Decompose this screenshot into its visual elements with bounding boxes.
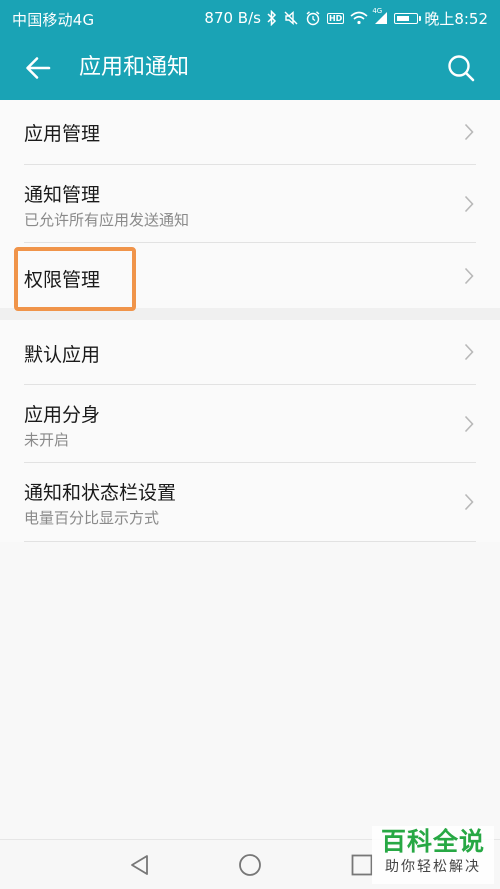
row-permission-management[interactable]: 权限管理	[0, 243, 500, 308]
clock: 晚上8:52	[424, 9, 488, 28]
wifi-icon	[350, 11, 368, 25]
network-speed: 870 B/s	[204, 9, 261, 27]
row-subtitle: 未开启	[24, 431, 70, 449]
search-icon[interactable]	[446, 53, 476, 83]
back-triangle-icon[interactable]	[128, 853, 152, 877]
watermark-main: 百科全说	[380, 827, 485, 856]
app-bar: 应用和通知	[0, 36, 500, 100]
chevron-right-icon	[464, 343, 474, 361]
settings-group-2: 默认应用 应用分身 未开启 通知和状态栏设置 电量百分比显示方式	[0, 320, 500, 542]
chevron-right-icon	[464, 493, 474, 511]
page-title: 应用和通知	[79, 55, 190, 80]
row-notification-management[interactable]: 通知管理 已允许所有应用发送通知	[0, 165, 500, 242]
row-notification-status-bar-settings[interactable]: 通知和状态栏设置 电量百分比显示方式	[0, 463, 500, 541]
row-label: 通知和状态栏设置	[24, 482, 177, 504]
row-label: 应用管理	[24, 123, 101, 145]
row-default-apps[interactable]: 默认应用	[0, 320, 500, 384]
row-label: 通知管理	[24, 184, 101, 206]
battery-icon	[394, 12, 422, 24]
back-arrow-icon[interactable]	[24, 54, 52, 82]
hd-icon: HD	[326, 12, 345, 24]
chevron-right-icon	[464, 195, 474, 213]
status-icons: 870 B/s HD 4G 晚上8:52	[204, 0, 488, 36]
row-subtitle: 已允许所有应用发送通知	[24, 211, 190, 229]
divider	[24, 541, 476, 542]
alarm-icon	[305, 10, 321, 26]
row-app-management[interactable]: 应用管理	[0, 100, 500, 164]
row-app-twin[interactable]: 应用分身 未开启	[0, 385, 500, 462]
signal-type-label: 4G	[372, 7, 383, 15]
chevron-right-icon	[464, 267, 474, 285]
mute-icon	[283, 10, 299, 26]
chevron-right-icon	[464, 123, 474, 141]
carrier-label: 中国移动4G	[12, 11, 95, 29]
row-label: 默认应用	[24, 344, 101, 366]
signal-icon: 4G	[372, 7, 388, 25]
chevron-right-icon	[464, 415, 474, 433]
watermark-sub: 助你轻松解决	[385, 859, 481, 875]
row-subtitle: 电量百分比显示方式	[24, 509, 160, 527]
row-label: 应用分身	[24, 404, 101, 426]
status-bar: 中国移动4G 870 B/s HD 4G 晚上8:52	[0, 0, 500, 36]
row-label: 权限管理	[24, 269, 101, 291]
section-gap	[0, 308, 500, 320]
hd-badge-label: HD	[326, 12, 345, 24]
bluetooth-icon	[267, 10, 277, 26]
recents-square-icon[interactable]	[350, 853, 374, 877]
settings-group-1: 应用管理 通知管理 已允许所有应用发送通知 权限管理	[0, 100, 500, 308]
home-circle-icon[interactable]	[238, 853, 262, 877]
watermark-logo: 百科全说 助你轻松解决	[372, 826, 494, 884]
